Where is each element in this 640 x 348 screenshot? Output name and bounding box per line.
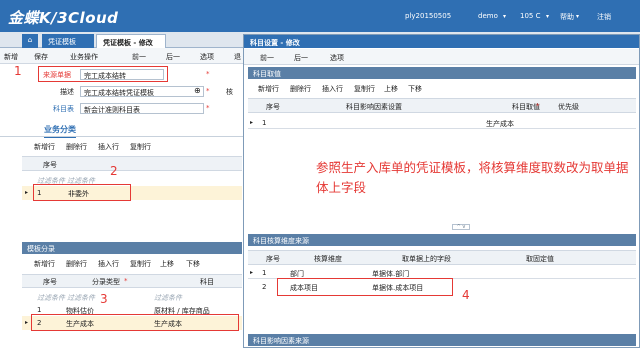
subject-table-field[interactable]: 新会计准则科目表 <box>80 103 204 114</box>
required-mark-3: * <box>206 104 210 112</box>
annotation-2: 2 <box>110 164 118 178</box>
required-mark-2: * <box>206 87 210 95</box>
dialog-next[interactable]: 后一 <box>294 53 308 63</box>
logout-link[interactable]: 注销 <box>597 12 611 22</box>
annotation-box-4 <box>277 278 453 296</box>
toolbar-options[interactable]: 选项 <box>200 52 214 62</box>
splitter-toggle-icon[interactable]: ^ v <box>452 224 470 230</box>
subject-value-section: 科目取值 <box>248 67 636 79</box>
row-pointer-icon: ▸ <box>25 189 29 196</box>
dialog-title: 科目设置 - 修改 <box>250 39 300 47</box>
bc-add-row[interactable]: 新增行 <box>34 142 55 152</box>
toolbar-business-ops[interactable]: 业务操作 <box>70 52 98 62</box>
dim-col-field: 取单据上的字段 <box>402 255 451 263</box>
source-field[interactable]: 完工成本结转 <box>80 69 164 80</box>
te-filter-2[interactable]: 过滤条件 <box>67 293 95 303</box>
sv-move-up[interactable]: 上移 <box>384 84 398 94</box>
tab-voucher-template[interactable]: 凭证模板 <box>42 34 94 48</box>
dim-row2-seq: 2 <box>262 283 267 291</box>
te-insert-row[interactable]: 插入行 <box>98 259 119 269</box>
bc-col-seq: 序号 <box>43 161 57 169</box>
org-menu[interactable]: 105 C <box>520 12 540 20</box>
user-code: ply20150505 <box>405 12 452 20</box>
app-logo: 金蝶K/3Cloud <box>8 9 119 27</box>
desc-label: 描述 <box>60 88 74 96</box>
te-copy-row[interactable]: 复制行 <box>130 259 151 269</box>
te-delete-row[interactable]: 删除行 <box>66 259 87 269</box>
te-required-mark: * <box>124 277 128 285</box>
dialog-options[interactable]: 选项 <box>330 53 344 63</box>
dim-col-dimension: 核算维度 <box>314 255 342 263</box>
source-label: 来源单据 <box>43 71 71 79</box>
template-entry-title: 模板分录 <box>22 242 242 254</box>
template-entry-title-text: 模板分录 <box>27 245 55 253</box>
sv-insert-row[interactable]: 插入行 <box>322 84 343 94</box>
required-mark: * <box>206 70 210 78</box>
toolbar-exit[interactable]: 退 <box>234 52 241 62</box>
annotation-1: 1 <box>14 64 22 78</box>
sv-col-priority: 优先级 <box>558 103 579 111</box>
sv-row-seq: 1 <box>262 119 267 127</box>
sv-row-line <box>248 128 636 129</box>
annotation-note: 参照生产入库单的凭证模板，将核算维度取数改为取单据体上字段 <box>316 160 629 195</box>
dim-row-pointer-icon: ▸ <box>250 269 254 276</box>
te-move-down[interactable]: 下移 <box>186 259 200 269</box>
dim-col-fixed: 取固定值 <box>526 255 554 263</box>
dialog-title-bar: 科目设置 - 修改 <box>244 35 639 48</box>
sv-delete-row[interactable]: 删除行 <box>290 84 311 94</box>
dim-row1-seq: 1 <box>262 269 267 277</box>
bc-insert-row[interactable]: 插入行 <box>98 142 119 152</box>
bc-delete-row[interactable]: 删除行 <box>66 142 87 152</box>
check-label: 核 <box>226 88 233 96</box>
row-pointer-icon-2: ▸ <box>25 319 29 326</box>
toolbar-prev[interactable]: 前一 <box>132 52 146 62</box>
home-icon: ⌂ <box>27 36 33 44</box>
user-menu[interactable]: demo <box>478 12 498 20</box>
sv-move-down[interactable]: 下移 <box>408 84 422 94</box>
desc-field[interactable]: 完工成本结转凭证模板 <box>80 86 204 97</box>
sv-col-seq: 序号 <box>266 103 280 111</box>
te-col-subject: 科目 <box>200 278 214 286</box>
sv-add-row[interactable]: 新增行 <box>258 84 279 94</box>
te-row1-seq: 1 <box>37 306 42 314</box>
te-move-up[interactable]: 上移 <box>160 259 174 269</box>
subject-value-section-text: 科目取值 <box>253 70 281 78</box>
home-tab[interactable]: ⌂ <box>22 34 38 48</box>
annotation-box-2 <box>33 184 131 201</box>
toolbar-new[interactable]: 新增 <box>4 52 18 62</box>
user-dropdown-icon[interactable]: ▾ <box>503 13 506 20</box>
annotation-4: 4 <box>462 288 470 302</box>
bc-copy-row[interactable]: 复制行 <box>130 142 151 152</box>
dialog-prev[interactable]: 前一 <box>260 53 274 63</box>
te-filter-3[interactable]: 过滤条件 <box>154 293 182 303</box>
dim-source-section: 科目核算维度来源 <box>248 234 636 246</box>
dim-col-seq: 序号 <box>266 255 280 263</box>
te-add-row[interactable]: 新增行 <box>34 259 55 269</box>
help-link[interactable]: 帮助 <box>560 12 574 22</box>
impact-factor-section: 科目影响因素来源 <box>248 334 636 346</box>
subject-table-label: 科目表 <box>53 105 74 113</box>
sv-col-factor: 科目影响因素设置 <box>346 103 402 111</box>
annotation-box-3 <box>31 314 239 331</box>
te-col-seq: 序号 <box>43 278 57 286</box>
sv-copy-row[interactable]: 复制行 <box>354 84 375 94</box>
te-col-type: 分录类型 <box>92 278 120 286</box>
impact-factor-section-text: 科目影响因素来源 <box>253 337 309 345</box>
help-dropdown-icon[interactable]: ▾ <box>576 13 579 20</box>
divider <box>0 136 244 137</box>
sv-row-pointer-icon: ▸ <box>250 119 254 126</box>
dim-source-section-text: 科目核算维度来源 <box>253 237 309 245</box>
te-filter-1[interactable]: 过滤条件 <box>37 293 65 303</box>
toolbar-next[interactable]: 后一 <box>166 52 180 62</box>
tab-voucher-template-edit[interactable]: 凭证模板 - 修改 <box>96 34 166 48</box>
annotation-3: 3 <box>100 292 108 306</box>
org-dropdown-icon[interactable]: ▾ <box>546 13 549 20</box>
toolbar-save[interactable]: 保存 <box>34 52 48 62</box>
translate-icon[interactable]: ⊕ <box>194 86 201 95</box>
sv-required-mark: * <box>536 102 540 110</box>
